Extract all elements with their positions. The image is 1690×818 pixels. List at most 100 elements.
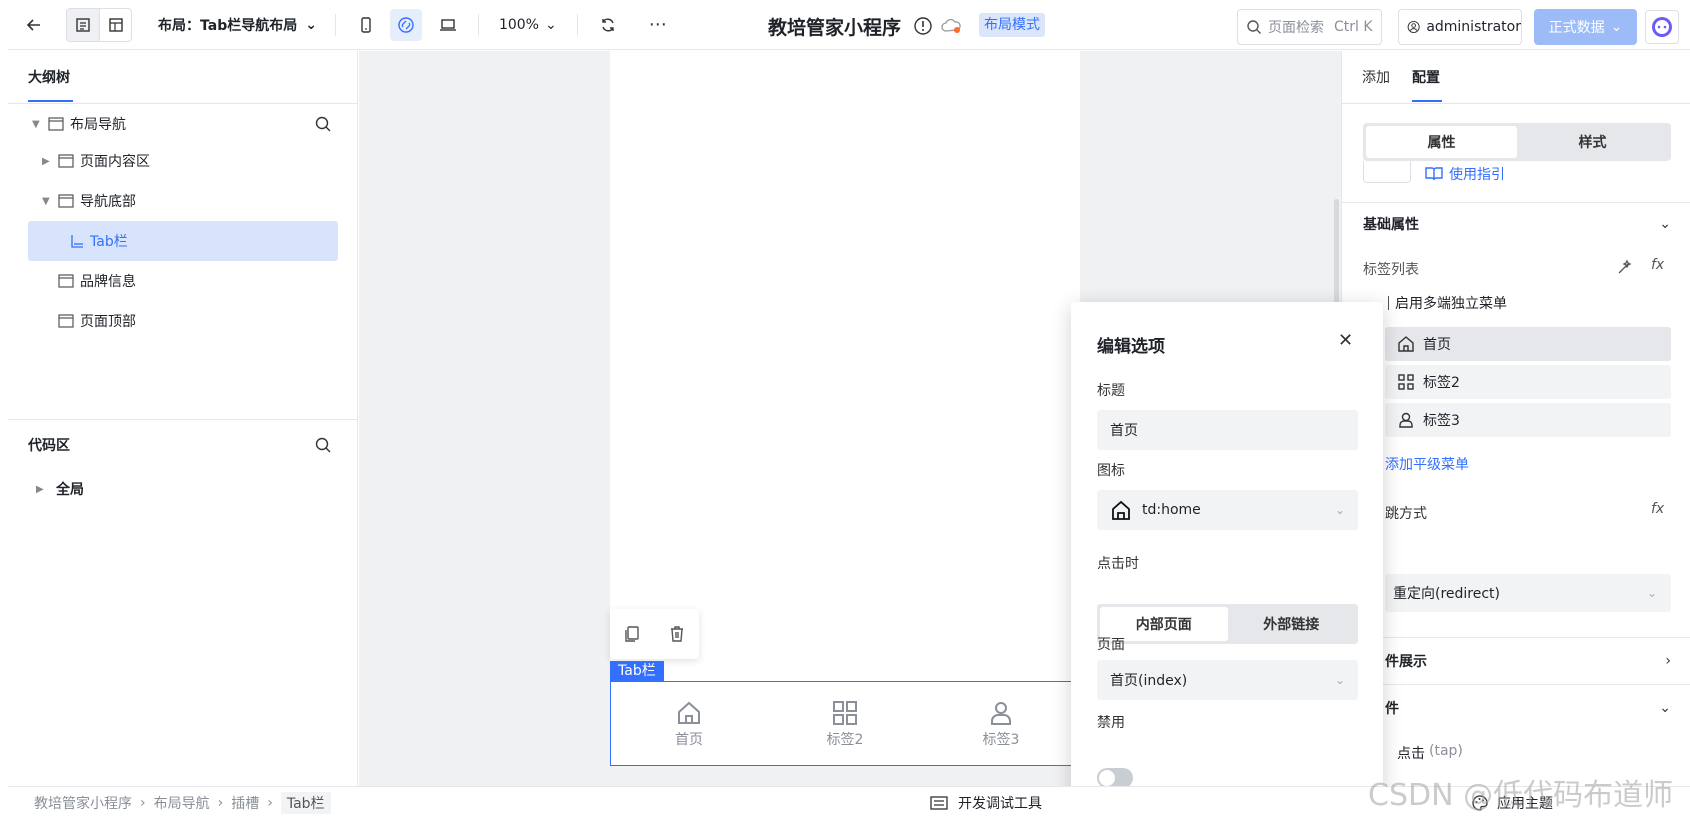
grid-icon — [1398, 374, 1414, 390]
breadcrumb-current[interactable]: Tab栏 — [280, 791, 331, 814]
tab-outline[interactable]: 大纲树 — [28, 67, 70, 87]
edit-option-dialog: 编辑选项 ✕ 标题 首页 图标 td:home ⌄ 点击时 内部页面 外部链接 … — [1071, 302, 1383, 810]
copy-icon[interactable] — [623, 625, 641, 643]
assistant-button[interactable] — [1645, 10, 1679, 44]
formula-icon[interactable]: fx — [1651, 501, 1664, 517]
nav-mode-select[interactable]: 重定向(redirect) ⌄ — [1385, 574, 1671, 612]
icon-select[interactable]: td:home ⌄ — [1097, 490, 1358, 530]
disable-toggle[interactable] — [1097, 768, 1133, 788]
grid-icon — [833, 700, 857, 725]
delete-icon[interactable] — [668, 625, 686, 643]
code-item-label: 全局 — [56, 482, 84, 498]
code-item-global[interactable]: ▶ 全局 — [36, 479, 84, 499]
dev-tools-button[interactable]: 开发调试工具 — [930, 793, 1042, 813]
refresh-button[interactable] — [592, 9, 624, 41]
layout-view-button[interactable] — [99, 8, 131, 41]
add-menu-link[interactable]: 添加平级菜单 — [1385, 454, 1469, 474]
pc-preview-button[interactable] — [432, 9, 464, 41]
event-tap[interactable]: 点击 (tap) — [1397, 743, 1463, 763]
zoom-selector[interactable]: 100% ⌄ — [499, 17, 557, 33]
outline-view-button[interactable] — [67, 8, 99, 41]
tab-item-label: 标签2 — [826, 731, 864, 748]
tag-list-label: 标签列表 — [1363, 262, 1419, 278]
tree-item-page-top[interactable]: 页面顶部 — [58, 301, 136, 341]
home-icon — [1398, 336, 1414, 352]
breadcrumb-item[interactable]: 插槽 — [231, 793, 259, 813]
info-icon[interactable] — [913, 16, 933, 36]
chevron-right-icon: › — [217, 794, 224, 811]
more-button[interactable]: ⋯ — [642, 9, 674, 41]
container-icon — [48, 117, 64, 131]
tabbar-preview[interactable]: 首页 标签2 标签3 — [610, 681, 1080, 766]
mobile-preview-button[interactable] — [350, 9, 382, 41]
menu-item-label: 首页 — [1423, 337, 1451, 353]
search-shortcut: Ctrl K — [1334, 19, 1373, 35]
attr-style-segment: 属性 样式 — [1363, 123, 1671, 161]
divider — [8, 419, 358, 420]
chevron-down-icon: ⌄ — [1659, 700, 1671, 716]
tree-item-label: 品牌信息 — [80, 274, 136, 290]
breadcrumb-item[interactable]: 教培管家小程序 — [34, 793, 132, 813]
mode-badge: 布局模式 — [979, 13, 1045, 37]
tree-item-brand[interactable]: 品牌信息 — [58, 261, 136, 301]
user-menu[interactable]: administrator — [1398, 9, 1522, 45]
search-icon[interactable] — [314, 436, 332, 454]
section-events[interactable]: 件 ⌄ — [1385, 698, 1671, 718]
arrow-left-icon — [26, 18, 40, 31]
page-search-input[interactable]: 页面检索 Ctrl K — [1237, 9, 1382, 45]
tree-item-tabbar[interactable]: Tab栏 — [28, 221, 338, 261]
data-env-button[interactable]: 正式数据 ⌄ — [1534, 9, 1637, 45]
event-code: (tap) — [1429, 743, 1463, 759]
seg-external-link[interactable]: 外部链接 — [1228, 607, 1356, 641]
menu-item-3[interactable]: 标签3 — [1385, 403, 1671, 437]
miniprogram-preview-button[interactable] — [389, 8, 422, 41]
back-button[interactable] — [18, 9, 50, 41]
tab-indicator — [1412, 100, 1442, 102]
multi-menu-checkbox[interactable]: 启用多端独立菜单 — [1385, 293, 1507, 313]
magic-wand-icon[interactable] — [1616, 258, 1634, 276]
menu-item-2[interactable]: 标签2 — [1385, 365, 1671, 399]
tab-config[interactable]: 配置 — [1412, 67, 1440, 87]
seg-attributes[interactable]: 属性 — [1366, 126, 1517, 158]
breadcrumb-item[interactable]: 布局导航 — [154, 793, 210, 813]
page-select[interactable]: 首页(index) ⌄ — [1097, 660, 1358, 700]
section-title: 件展示 — [1385, 654, 1427, 670]
chevron-down-icon: ⌄ — [544, 16, 557, 33]
tab-item-home[interactable]: 首页 — [611, 682, 767, 765]
search-icon[interactable] — [314, 115, 332, 133]
menu-item-label: 标签2 — [1423, 375, 1460, 391]
divider — [477, 13, 479, 36]
formula-icon[interactable]: fx — [1651, 257, 1664, 273]
console-icon — [930, 796, 948, 810]
tab-item-2[interactable]: 标签2 — [767, 682, 923, 765]
tab-add[interactable]: 添加 — [1362, 67, 1390, 87]
caret-down-icon: ▼ — [42, 195, 50, 207]
page-select-value: 首页(index) — [1110, 673, 1188, 689]
nav-mode-label: 跳方式 — [1385, 506, 1427, 522]
icon-select-value: td:home — [1142, 502, 1201, 518]
miniprogram-icon — [398, 16, 414, 33]
section-title: 件 — [1385, 701, 1399, 717]
menu-item-home[interactable]: 首页 — [1385, 327, 1671, 361]
home-icon — [678, 701, 700, 724]
usage-guide-link[interactable]: 使用指引 — [1425, 164, 1505, 184]
app-root: 布局：Tab栏导航布局 ⌄ 100% ⌄ ⋯ 教培管家小程序 布局模式 页面检索… — [0, 0, 1690, 818]
seg-style[interactable]: 样式 — [1517, 126, 1668, 158]
layout-selector[interactable]: 布局：Tab栏导航布局 ⌄ — [158, 15, 317, 35]
tree-item-nav-bottom[interactable]: ▼ 导航底部 — [42, 181, 136, 221]
tree-item-layout-nav[interactable]: ▼ 布局导航 — [32, 104, 332, 144]
selected-component-label: Tab栏 — [610, 661, 664, 681]
section-basic[interactable]: 基础属性 ⌄ — [1363, 214, 1671, 234]
tab-item-3[interactable]: 标签3 — [923, 682, 1079, 765]
more-icon: ⋯ — [648, 14, 667, 35]
title-field-label: 标题 — [1097, 383, 1125, 399]
close-icon[interactable]: ✕ — [1338, 330, 1353, 351]
tree-item-page-content[interactable]: ▶ 页面内容区 — [42, 141, 150, 181]
data-env-label: 正式数据 — [1548, 20, 1605, 36]
component-thumb — [1363, 161, 1411, 183]
chevron-down-icon: ⌄ — [305, 16, 317, 33]
title-input[interactable]: 首页 — [1097, 410, 1358, 450]
section-display[interactable]: 件展示 › — [1385, 651, 1671, 671]
divider — [1342, 202, 1690, 203]
link-type-segment: 内部页面 外部链接 — [1097, 604, 1358, 644]
